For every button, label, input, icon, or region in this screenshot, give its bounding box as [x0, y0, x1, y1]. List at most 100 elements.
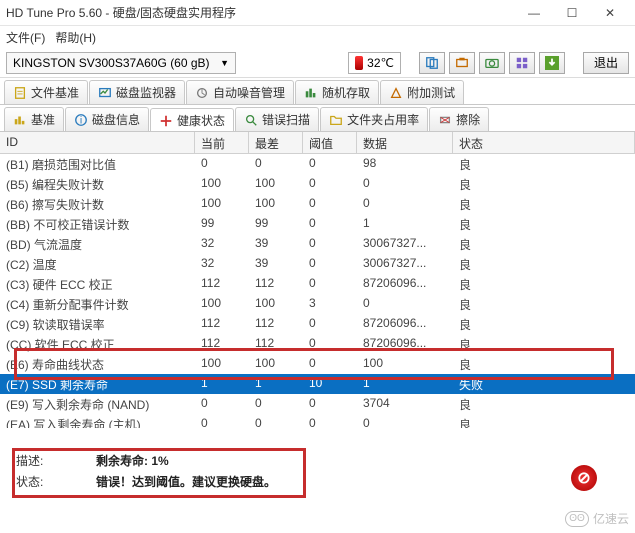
cell-id: (B5) 编程失败计数 — [0, 174, 195, 194]
cell-data: 0 — [357, 194, 453, 214]
cell-current: 112 — [195, 314, 249, 334]
table-row[interactable]: (C4) 重新分配事件计数10010030良 — [0, 294, 635, 314]
tab-row-1: 文件基准磁盘监视器自动噪音管理随机存取附加测试 — [0, 78, 635, 105]
cell-threshold: 0 — [303, 274, 357, 294]
cell-worst: 100 — [249, 354, 303, 374]
table-row[interactable]: (C9) 软读取错误率112112087206096...良 — [0, 314, 635, 334]
cell-worst: 100 — [249, 294, 303, 314]
table-row[interactable]: (C2) 温度3239030067327...良 — [0, 254, 635, 274]
col-id[interactable]: ID — [0, 132, 195, 153]
temperature-value: 32℃ — [367, 56, 394, 70]
table-row[interactable]: (CC) 软件 ECC 校正112112087206096...良 — [0, 334, 635, 354]
menu-help[interactable]: 帮助(H) — [55, 29, 96, 46]
options-button[interactable] — [509, 52, 535, 74]
cell-status: 良 — [453, 414, 635, 428]
cell-status: 良 — [453, 314, 635, 334]
col-worst[interactable]: 最差 — [249, 132, 303, 153]
cell-data: 30067327... — [357, 234, 453, 254]
tab-disk-monitor[interactable]: 磁盘监视器 — [89, 80, 185, 104]
table-row[interactable]: (C3) 硬件 ECC 校正112112087206096...良 — [0, 274, 635, 294]
cell-worst: 1 — [249, 374, 303, 394]
cell-id: (C4) 重新分配事件计数 — [0, 294, 195, 314]
cell-status: 失败 — [453, 374, 635, 394]
cell-worst: 39 — [249, 234, 303, 254]
cell-threshold: 3 — [303, 294, 357, 314]
copy-info-button[interactable] — [419, 52, 445, 74]
exit-button[interactable]: 退出 — [583, 52, 629, 74]
cell-data: 87206096... — [357, 274, 453, 294]
cell-current: 100 — [195, 294, 249, 314]
cell-current: 100 — [195, 174, 249, 194]
close-button[interactable]: ✕ — [591, 0, 629, 26]
cell-current: 100 — [195, 354, 249, 374]
temperature-display: 32℃ — [348, 52, 401, 74]
table-row[interactable]: (B1) 磨损范围对比值00098良 — [0, 154, 635, 174]
tab-error-scan[interactable]: 错误扫描 — [235, 107, 319, 131]
cell-worst: 112 — [249, 274, 303, 294]
tab-aam[interactable]: 自动噪音管理 — [186, 80, 294, 104]
cell-id: (BD) 气流温度 — [0, 234, 195, 254]
copy-screenshot-button[interactable] — [449, 52, 475, 74]
table-row[interactable]: (BD) 气流温度3239030067327...良 — [0, 234, 635, 254]
tab-erase[interactable]: 擦除 — [429, 107, 489, 131]
menu-bar: 文件(F) 帮助(H) — [0, 26, 635, 48]
table-row[interactable]: (E7) SSD 剩余寿命11101失败 — [0, 374, 635, 394]
cell-current: 100 — [195, 194, 249, 214]
cell-current: 0 — [195, 154, 249, 174]
tab-benchmark[interactable]: 基准 — [4, 107, 64, 131]
col-data[interactable]: 数据 — [357, 132, 453, 153]
cell-worst: 100 — [249, 194, 303, 214]
table-row[interactable]: (EA) 写入剩余寿命 (主机)0000良 — [0, 414, 635, 428]
screenshot-button[interactable] — [479, 52, 505, 74]
cell-id: (CC) 软件 ECC 校正 — [0, 334, 195, 354]
tab-file-benchmark[interactable]: 文件基准 — [4, 80, 88, 104]
table-row[interactable]: (BB) 不可校正错误计数999901良 — [0, 214, 635, 234]
cell-data: 1 — [357, 214, 453, 234]
thermometer-icon — [355, 56, 363, 70]
window-title: HD Tune Pro 5.60 - 硬盘/固态硬盘实用程序 — [6, 4, 515, 21]
cell-id: (C9) 软读取错误率 — [0, 314, 195, 334]
cell-threshold: 0 — [303, 354, 357, 374]
window-titlebar: HD Tune Pro 5.60 - 硬盘/固态硬盘实用程序 — ☐ ✕ — [0, 0, 635, 26]
cell-id: (C3) 硬件 ECC 校正 — [0, 274, 195, 294]
cell-current: 112 — [195, 334, 249, 354]
cell-worst: 0 — [249, 394, 303, 414]
status-value: 错误！达到阈值。建议更换硬盘。 — [96, 473, 276, 490]
cell-data: 98 — [357, 154, 453, 174]
cell-worst: 112 — [249, 334, 303, 354]
cell-status: 良 — [453, 154, 635, 174]
cell-status: 良 — [453, 274, 635, 294]
tab-random-access[interactable]: 随机存取 — [295, 80, 379, 104]
save-button[interactable] — [539, 52, 565, 74]
cell-threshold: 0 — [303, 414, 357, 428]
menu-file[interactable]: 文件(F) — [6, 29, 45, 46]
tab-extra-tests[interactable]: 附加测试 — [380, 80, 464, 104]
maximize-button[interactable]: ☐ — [553, 0, 591, 26]
cell-worst: 0 — [249, 154, 303, 174]
cell-worst: 39 — [249, 254, 303, 274]
cell-data: 87206096... — [357, 334, 453, 354]
minimize-button[interactable]: — — [515, 0, 553, 26]
tab-disk-info[interactable]: i磁盘信息 — [65, 107, 149, 131]
table-row[interactable]: (B6) 擦写失败计数10010000良 — [0, 194, 635, 214]
drive-select[interactable]: KINGSTON SV300S37A60G (60 gB) ▼ — [6, 52, 236, 74]
cell-threshold: 10 — [303, 374, 357, 394]
cell-id: (B6) 擦写失败计数 — [0, 194, 195, 214]
col-threshold[interactable]: 阈值 — [303, 132, 357, 153]
watermark-logo-icon: ʘʘ — [565, 511, 589, 527]
cell-id: (B1) 磨损范围对比值 — [0, 154, 195, 174]
col-current[interactable]: 当前 — [195, 132, 249, 153]
tab-health[interactable]: 健康状态 — [150, 108, 234, 132]
table-row[interactable]: (E9) 写入剩余寿命 (NAND)0003704良 — [0, 394, 635, 414]
table-row[interactable]: (E6) 寿命曲线状态1001000100良 — [0, 354, 635, 374]
col-status[interactable]: 状态 — [453, 132, 635, 153]
cell-threshold: 0 — [303, 254, 357, 274]
cell-status: 良 — [453, 294, 635, 314]
cell-threshold: 0 — [303, 174, 357, 194]
cell-current: 99 — [195, 214, 249, 234]
cell-data: 30067327... — [357, 254, 453, 274]
table-row[interactable]: (B5) 编程失败计数10010000良 — [0, 174, 635, 194]
cell-current: 0 — [195, 394, 249, 414]
cell-current: 112 — [195, 274, 249, 294]
tab-folder-usage[interactable]: 文件夹占用率 — [320, 107, 428, 131]
